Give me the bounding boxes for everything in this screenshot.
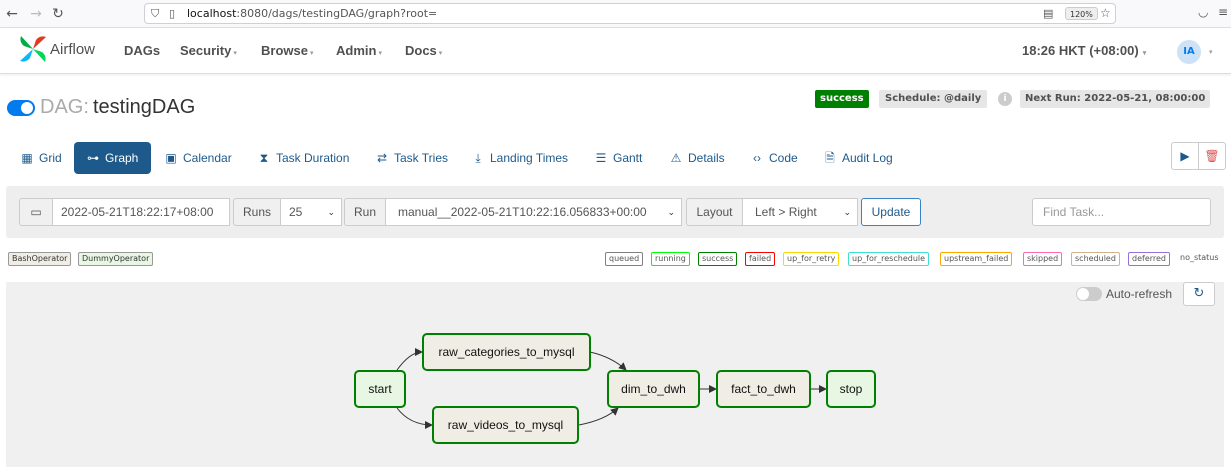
task-node-dim-to-dwh[interactable]: dim_to_dwh <box>607 370 700 408</box>
task-node-fact-to-dwh[interactable]: fact_to_dwh <box>716 370 811 408</box>
task-node-stop[interactable]: stop <box>826 370 876 408</box>
task-node-start[interactable]: start <box>354 370 406 408</box>
task-node-raw-videos-to-mysql[interactable]: raw_videos_to_mysql <box>432 406 579 444</box>
task-node-raw-categories-to-mysql[interactable]: raw_categories_to_mysql <box>422 333 591 371</box>
